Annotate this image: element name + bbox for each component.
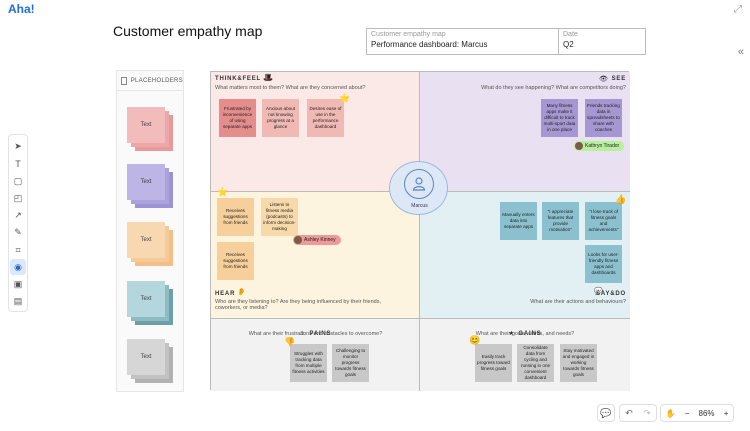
comment-icon: 💬 bbox=[600, 407, 612, 418]
placeholders-header: PLACEHOLDERS bbox=[117, 71, 183, 91]
template-tool-icon[interactable]: ▤ bbox=[10, 294, 26, 310]
gains-quadrant[interactable]: ★ GAINS What are their goals, wants, and… bbox=[420, 318, 630, 391]
sticky-note[interactable]: Consolidate data from cycling and runnin… bbox=[517, 344, 554, 382]
placeholder-stack-orange[interactable]: Text bbox=[127, 222, 173, 266]
aha-logo[interactable]: Aha! bbox=[8, 2, 35, 16]
thumbs-up-icon: 👍 bbox=[615, 194, 627, 204]
star-icon: ⭐ bbox=[217, 187, 229, 197]
hat-icon: 🎩 bbox=[263, 73, 273, 82]
think-feel-quadrant[interactable]: THINK&FEEL 🎩 What matters most to them? … bbox=[211, 72, 420, 192]
hear-title: HEAR bbox=[215, 291, 236, 297]
sticky-note[interactable]: Frustrated by inconvenience of using sep… bbox=[219, 99, 256, 137]
hear-quadrant[interactable]: ⭐ Receives suggestions from friends List… bbox=[211, 187, 420, 318]
zoom-level: 86% bbox=[698, 408, 715, 418]
avatar bbox=[575, 142, 583, 150]
say-do-quadrant[interactable]: Manually enters data into separate apps … bbox=[420, 192, 630, 318]
sticky-note[interactable]: Receives suggestions from friends bbox=[217, 242, 254, 280]
smile-icon: 😊 bbox=[469, 335, 481, 345]
sticky-note[interactable]: Listens to fitness media (podcasts) to i… bbox=[261, 198, 298, 236]
sticky-note[interactable]: Challenging to monitor progress towards … bbox=[332, 344, 369, 382]
say-do-question: What are their actions and behaviours? bbox=[530, 299, 626, 305]
frame-tool-icon[interactable]: ⌗ bbox=[10, 242, 26, 258]
say-do-title: SAY&DO bbox=[596, 291, 626, 297]
zoom-out-button[interactable]: − bbox=[685, 409, 690, 418]
sticky-note[interactable]: Friends tracking data in spreadsheets to… bbox=[585, 99, 622, 137]
avatar bbox=[294, 236, 302, 244]
see-question: What do they see happening? What are com… bbox=[481, 85, 626, 91]
pan-hand-icon[interactable]: ✋ bbox=[666, 409, 676, 418]
ear-icon: 👂 bbox=[237, 289, 246, 296]
info-box: Customer empathy map Performance dashboa… bbox=[366, 28, 646, 55]
drawing-toolbar: ➤ T ▢ ◰ ↗ ✎ ⌗ ◉ ▣ ▤ bbox=[8, 134, 28, 312]
hear-question: Who are they listening to? Are they bein… bbox=[215, 299, 382, 311]
info-name-cell[interactable]: Customer empathy map Performance dashboa… bbox=[367, 29, 559, 54]
placeholder-label: Text bbox=[127, 339, 165, 375]
rectangle-tool-icon[interactable]: ▢ bbox=[10, 173, 26, 189]
sticky-note[interactable]: Receives suggestions from friends bbox=[217, 198, 254, 236]
sticky-note[interactable]: "I appreciate features that provide moti… bbox=[542, 202, 579, 240]
user-tag-kathryn[interactable]: Kathryn Tirador bbox=[574, 141, 625, 151]
placeholder-label: Text bbox=[127, 222, 165, 258]
user-tag-name: Kathryn Tirador bbox=[585, 143, 620, 149]
sticky-note[interactable]: "I lose track of fitness goals and achie… bbox=[585, 202, 622, 240]
select-tool-icon[interactable]: ➤ bbox=[10, 139, 26, 155]
pains-question: What are their frustrations and obstacle… bbox=[248, 331, 383, 337]
empathy-map: THINK&FEEL 🎩 What matters most to them? … bbox=[210, 71, 630, 391]
placeholder-stack-purple[interactable]: Text bbox=[127, 164, 173, 208]
see-title: SEE bbox=[611, 76, 626, 82]
sticky-note[interactable]: Struggles with tracking data from multip… bbox=[290, 344, 327, 382]
pen-tool-icon[interactable]: ✎ bbox=[10, 225, 26, 241]
undo-icon[interactable]: ↶ bbox=[625, 408, 633, 419]
placeholder-label: Text bbox=[127, 107, 165, 143]
placeholders-panel: PLACEHOLDERS Text Text Text Text Text bbox=[116, 70, 184, 392]
history-controls: ↶ ↷ bbox=[619, 404, 657, 422]
page-title: Customer empathy map bbox=[113, 23, 263, 39]
zoom-controls: ✋ − 86% + bbox=[660, 404, 734, 422]
placeholder-label: Text bbox=[127, 164, 165, 200]
sticky-note[interactable]: Stay motivated and engaged in working to… bbox=[560, 344, 597, 382]
arrow-tool-icon[interactable]: ↗ bbox=[10, 208, 26, 224]
collapse-panel-icon[interactable]: « bbox=[738, 46, 744, 58]
eye-icon: 👁 bbox=[599, 76, 608, 83]
image-tool-icon[interactable]: ▣ bbox=[10, 277, 26, 293]
placeholder-stack-red[interactable]: Text bbox=[127, 107, 173, 151]
user-icon bbox=[412, 177, 426, 191]
placeholder-stack-gray[interactable]: Text bbox=[127, 339, 173, 383]
sticky-note[interactable]: Manually enters data into separate apps bbox=[500, 202, 537, 240]
info-name-label: Customer empathy map bbox=[371, 31, 446, 38]
star-icon: ⭐ bbox=[339, 93, 351, 103]
placeholders-title: PLACEHOLDERS bbox=[130, 77, 183, 84]
zoom-in-button[interactable]: + bbox=[724, 409, 729, 418]
think-feel-question: What matters most to them? What are they… bbox=[215, 85, 366, 91]
expand-icon[interactable]: ⤢ bbox=[734, 4, 742, 15]
sticky-note[interactable]: Looks for user-friendly fitness apps and… bbox=[585, 245, 622, 283]
placeholder-icon bbox=[121, 76, 127, 85]
thumbs-down-icon: 👎 bbox=[284, 337, 296, 347]
persona-circle[interactable]: Marcus bbox=[389, 161, 448, 215]
sticky-note[interactable]: Easily track progress toward fitness goa… bbox=[475, 344, 512, 382]
info-date-label: Date bbox=[563, 31, 578, 38]
info-date-cell[interactable]: Date Q2 bbox=[559, 29, 582, 54]
redo-icon[interactable]: ↷ bbox=[643, 408, 651, 419]
placeholder-stack-teal[interactable]: Text bbox=[127, 281, 173, 325]
info-name-value: Performance dashboard: Marcus bbox=[371, 40, 488, 49]
palette-tool-icon[interactable]: ◉ bbox=[10, 259, 26, 276]
placeholder-label: Text bbox=[127, 281, 165, 317]
persona-name: Marcus bbox=[411, 203, 428, 209]
pains-quadrant[interactable]: ⚠ PAINS What are their frustrations and … bbox=[211, 318, 420, 391]
sticky-note-tool-icon[interactable]: ◰ bbox=[10, 191, 26, 207]
user-tag-ashley[interactable]: Ashley Kinney bbox=[293, 235, 341, 245]
sticky-note[interactable]: Anxious about not knowing progress at a … bbox=[262, 99, 299, 137]
persona-avatar bbox=[404, 169, 434, 199]
sticky-note[interactable]: Many fitness apps make it difficult to t… bbox=[541, 99, 578, 137]
comment-button[interactable]: 💬 bbox=[597, 404, 615, 422]
see-quadrant[interactable]: 👁 SEE What do they see happening? What a… bbox=[420, 72, 630, 192]
think-feel-title: THINK&FEEL bbox=[215, 76, 261, 82]
text-tool-icon[interactable]: T bbox=[10, 156, 26, 172]
info-date-value: Q2 bbox=[563, 40, 574, 49]
user-tag-name: Ashley Kinney bbox=[304, 237, 336, 243]
canvas-page: Aha! ⤢ « Customer empathy map Customer e… bbox=[0, 0, 750, 431]
sticky-note[interactable]: Desires ease of use in the performance d… bbox=[307, 99, 344, 137]
gains-question: What are their goals, wants, and needs? bbox=[475, 331, 575, 337]
